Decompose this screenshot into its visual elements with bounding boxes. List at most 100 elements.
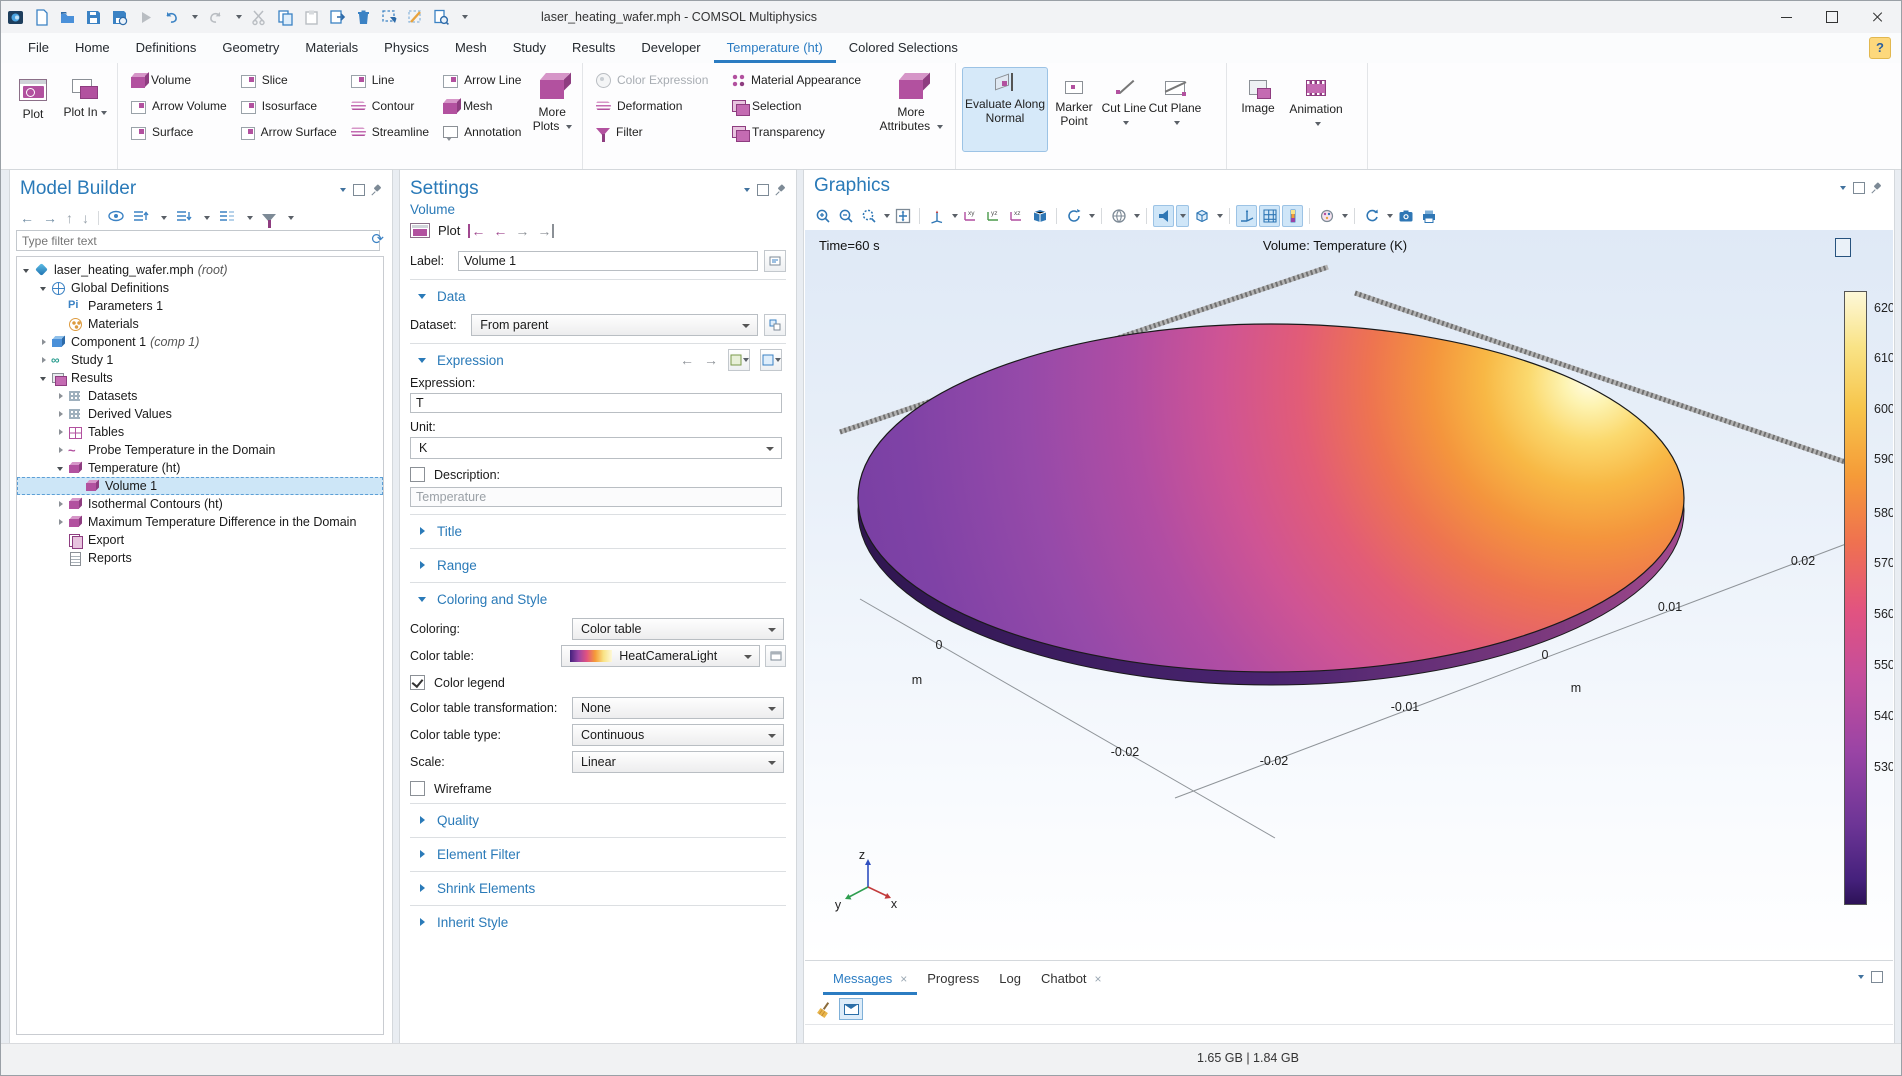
cut-plane-button[interactable]: Cut Plane [1148,67,1202,150]
tab-results[interactable]: Results [559,33,628,63]
tab-messages[interactable]: Messages × [823,971,917,995]
select-box-button[interactable] [381,9,398,26]
next-step-button[interactable]: → [515,224,529,238]
environment-caret[interactable] [1217,214,1223,218]
show-hide-eye-button[interactable] [108,210,124,225]
tab-chatbot[interactable]: Chatbot × [1031,971,1112,995]
tree-item-temperature-ht[interactable]: Temperature (ht) [17,459,383,477]
tab-file[interactable]: File [15,33,62,63]
undo-caret[interactable] [192,15,198,19]
move-down-button[interactable]: ↓ [82,211,89,225]
tab-geometry[interactable]: Geometry [209,33,292,63]
zoom-box-caret[interactable] [884,214,890,218]
last-step-button[interactable]: → [537,224,554,238]
default-view-button[interactable] [926,205,947,227]
expand-chevron[interactable] [38,282,51,295]
add-slice-button[interactable]: Slice [234,67,344,93]
close-tab-icon[interactable]: × [1095,972,1102,986]
view-xy-button[interactable]: xy [960,205,981,227]
environment-button[interactable] [1191,205,1212,227]
color-table-dropdown[interactable]: HeatCameraLight [561,645,760,667]
section-element-filter[interactable]: Element Filter [410,844,786,864]
show-color-legend-button[interactable] [1282,205,1303,227]
add-arrow-surface-button[interactable]: Arrow Surface [234,119,344,145]
tab-progress[interactable]: Progress [917,971,989,995]
color-table-transformation-dropdown[interactable]: None [572,697,784,719]
filter-button[interactable]: Filter [589,119,725,145]
expand-chevron[interactable] [55,516,68,529]
tree-item-export[interactable]: Export [17,531,383,549]
duplicate-button[interactable] [329,9,346,26]
unit-combobox[interactable]: K [410,437,782,459]
tree-item-study[interactable]: ∞ Study 1 [17,351,383,369]
new-file-button[interactable] [33,9,50,26]
go-to-source-button[interactable] [764,314,786,336]
add-volume-button[interactable]: Volume [124,67,234,93]
model-tree-filter-button[interactable] [262,210,276,225]
panel-menu-caret[interactable] [340,188,346,192]
filter-menu-caret[interactable] [288,216,294,220]
section-inherit-style[interactable]: Inherit Style [410,912,786,932]
pin-panel-icon[interactable] [1872,183,1882,193]
tab-temperature-ht[interactable]: Temperature (ht) [714,33,836,63]
section-shrink-elements[interactable]: Shrink Elements [410,878,786,898]
expand-chevron[interactable] [55,390,68,403]
add-isosurface-button[interactable]: Isosurface [234,93,344,119]
image-button[interactable]: Image [1233,67,1283,150]
scene-light-button[interactable] [1153,205,1174,227]
deformation-button[interactable]: Deformation [589,93,725,119]
move-up-button[interactable]: ↑ [66,211,73,225]
forward-button[interactable]: → [43,211,57,225]
tree-item-probe-temperature[interactable]: ~ Probe Temperature in the Domain [17,441,383,459]
tree-item-reports[interactable]: Reports [17,549,383,567]
selection-button[interactable]: Selection [725,93,877,119]
panel-menu-caret[interactable] [1858,975,1864,979]
more-attributes-button[interactable]: More Attributes [877,67,945,150]
close-tab-icon[interactable]: × [900,972,907,986]
tree-item-derived-values[interactable]: Derived Values [17,405,383,423]
zoom-in-button[interactable] [812,205,833,227]
coloring-dropdown[interactable]: Color table [572,618,784,640]
tab-study[interactable]: Study [500,33,559,63]
transparency-button[interactable]: Transparency [725,119,877,145]
tree-filter-input[interactable] [16,230,380,251]
tab-colored-selections[interactable]: Colored Selections [836,33,971,63]
zoom-extents-button[interactable] [892,205,913,227]
add-contour-button[interactable]: Contour [344,93,436,119]
view-xz-button[interactable]: xz [1006,205,1027,227]
help-icon[interactable]: ? [1869,37,1891,59]
expand-all-button[interactable] [176,210,192,225]
delete-button[interactable] [355,9,372,26]
open-file-button[interactable] [59,9,76,26]
expression-prev-icon[interactable]: ← [680,353,694,367]
redo-button[interactable] [207,9,224,26]
color-table-type-dropdown[interactable]: Continuous [572,724,784,746]
appearance-button[interactable] [1316,205,1337,227]
update-plot-button[interactable] [1361,205,1382,227]
wireframe-checkbox[interactable] [410,781,425,796]
tab-materials[interactable]: Materials [292,33,371,63]
appearance-caret[interactable] [1342,214,1348,218]
copy-button[interactable] [277,9,294,26]
marker-point-button[interactable]: Marker Point [1048,67,1100,150]
plot-button[interactable]: Plot [7,67,59,150]
color-legend-checkbox[interactable] [410,675,425,690]
maximize-button[interactable] [1809,1,1855,33]
rotate-view-button[interactable] [1063,205,1084,227]
pin-panel-icon[interactable] [776,185,786,195]
expand-chevron[interactable] [55,444,68,457]
tree-item-tables[interactable]: Tables [17,423,383,441]
print-button[interactable] [1418,205,1439,227]
scene-settings-button[interactable] [1108,205,1129,227]
default-view-caret[interactable] [952,214,958,218]
evaluate-along-normal-button[interactable]: Evaluate Along Normal [962,67,1048,152]
rotate-view-caret[interactable] [1089,214,1095,218]
section-expression[interactable]: Expression ← → [410,350,786,370]
expand-chevron[interactable] [21,264,34,277]
tab-definitions[interactable]: Definitions [123,33,210,63]
tab-home[interactable]: Home [62,33,123,63]
dataset-dropdown[interactable]: From parent [471,314,758,336]
snapshot-button[interactable] [1395,205,1416,227]
show-messages-icon[interactable] [839,998,863,1020]
section-coloring-and-style[interactable]: Coloring and Style [410,589,786,609]
